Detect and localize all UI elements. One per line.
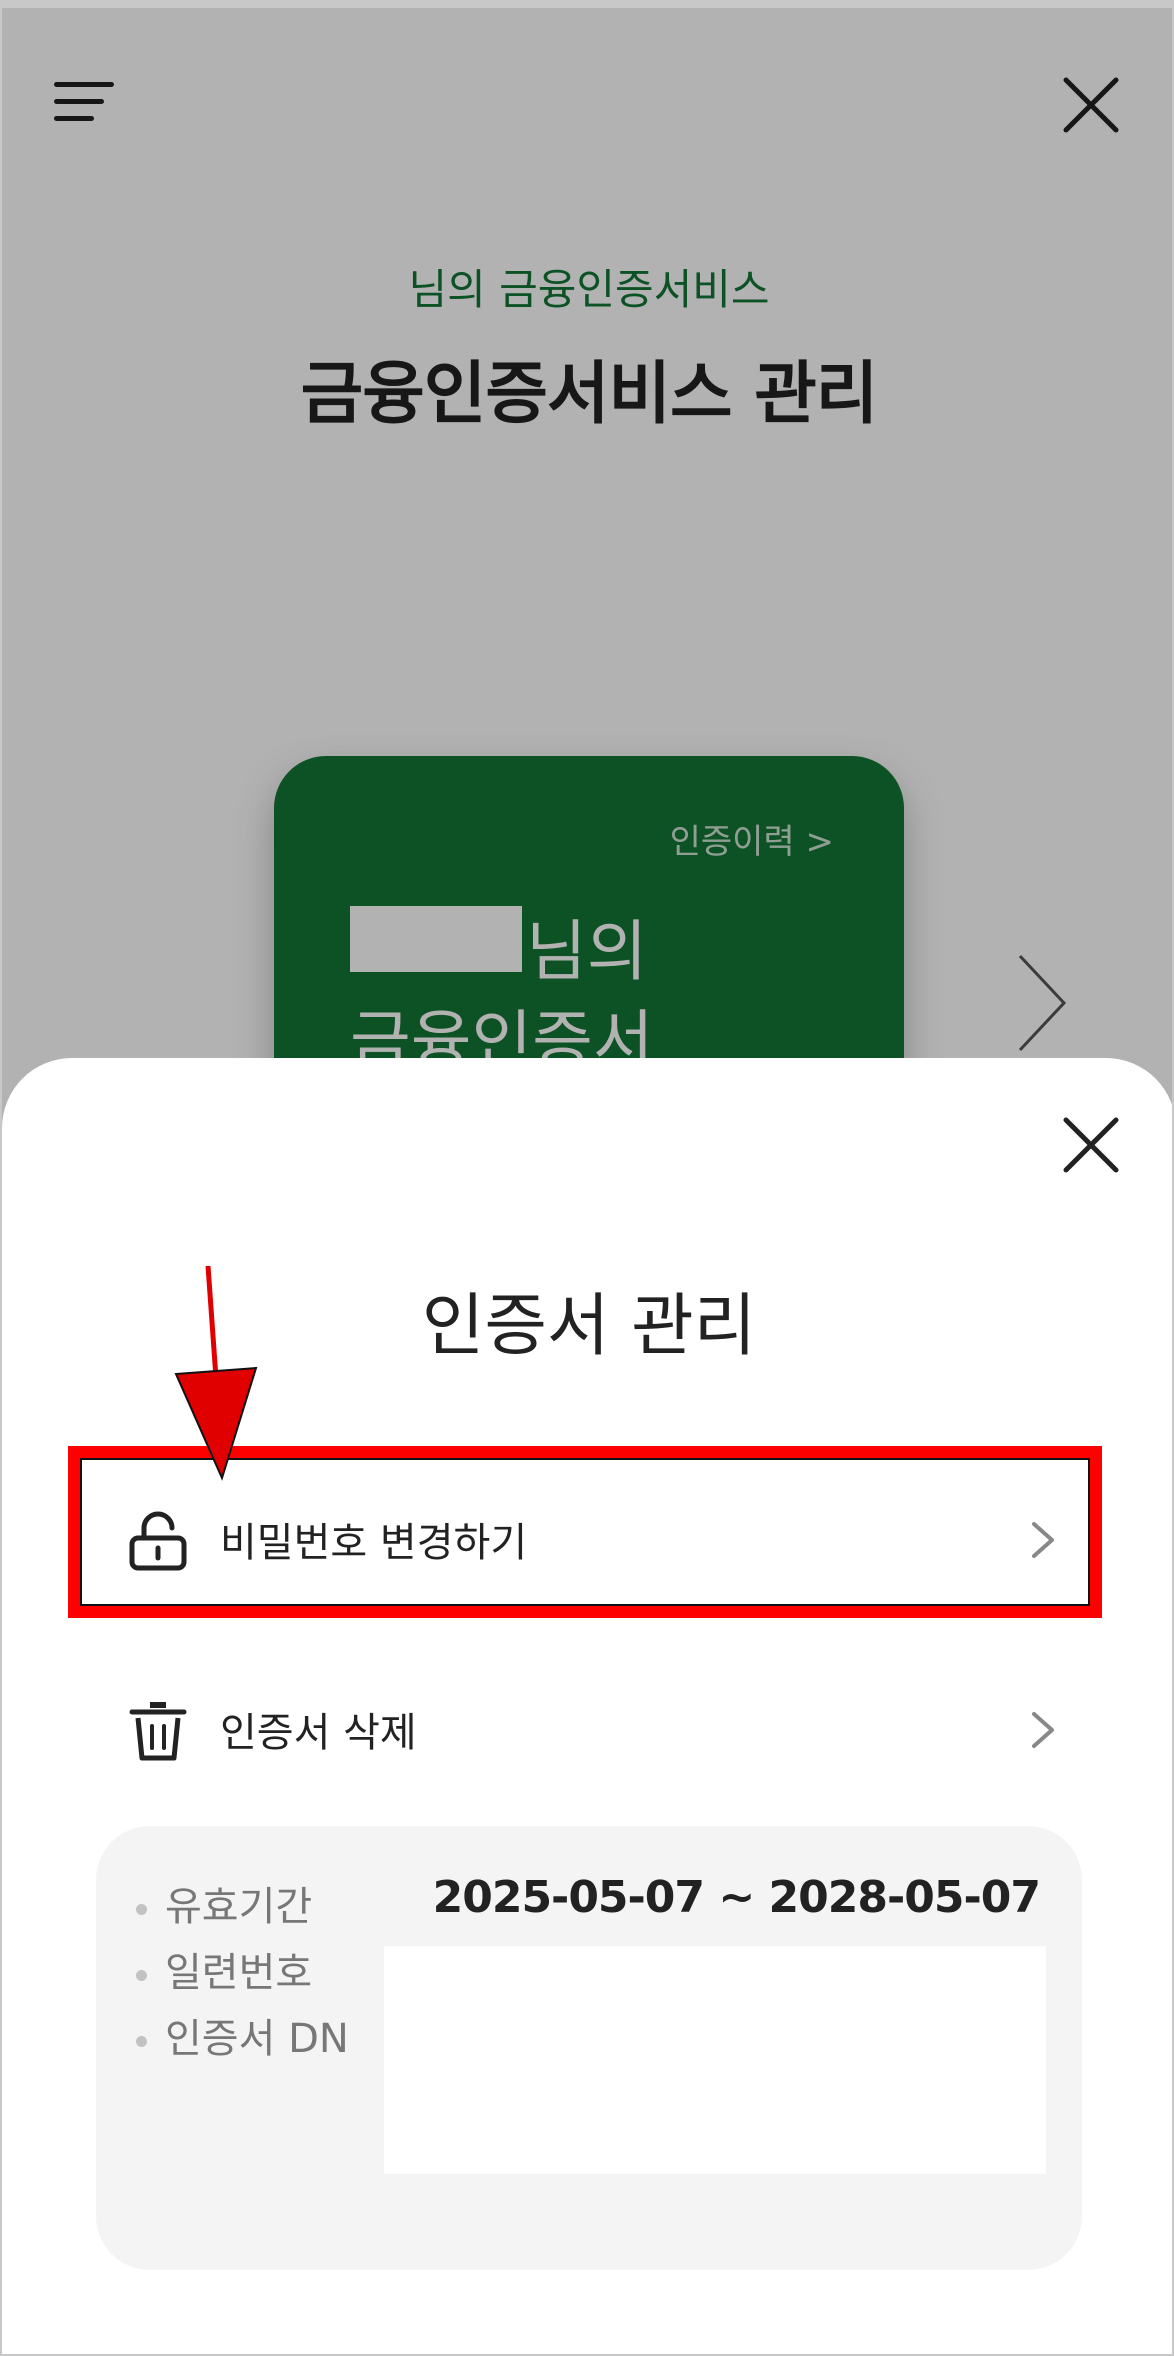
validity-label-text: 유효기간 [165, 1884, 313, 1930]
validity-label: 유효기간 [136, 1874, 312, 1932]
delete-certificate-item[interactable]: 인증서 삭제 [82, 1658, 1096, 1798]
serial-label: 일련번호 [136, 1940, 312, 1998]
certificate-info-panel: 유효기간 일련번호 인증서 DN 2025-05-07 ~ 2028-05-07 [96, 1826, 1082, 2270]
bullet [136, 1969, 147, 1981]
close-icon[interactable] [1060, 1114, 1122, 1176]
redacted-values [384, 1946, 1046, 2174]
screen-frame: 님의 금융인증서비스 금융인증서비스 관리 인증이력 > 님의 금융인증서 인증… [0, 0, 1174, 2356]
trash-icon [129, 1702, 187, 1761]
serial-label-text: 일련번호 [165, 1950, 313, 1996]
dn-label: 인증서 DN [136, 2006, 349, 2064]
validity-value: 2025-05-07 ~ 2028-05-07 [432, 1872, 1041, 1923]
arrow-down-icon [174, 1266, 258, 1481]
certificate-management-sheet: 인증서 관리 비밀번호 변경하기 인증서 삭제 유효기간 일련번호 인증서 DN… [2, 1058, 1172, 2354]
bullet [136, 2035, 147, 2047]
chevron-right-icon [1032, 1712, 1054, 1748]
delete-certificate-label: 인증서 삭제 [220, 1710, 417, 1756]
bullet [136, 1903, 147, 1915]
dn-label-text: 인증서 DN [165, 2016, 349, 2062]
